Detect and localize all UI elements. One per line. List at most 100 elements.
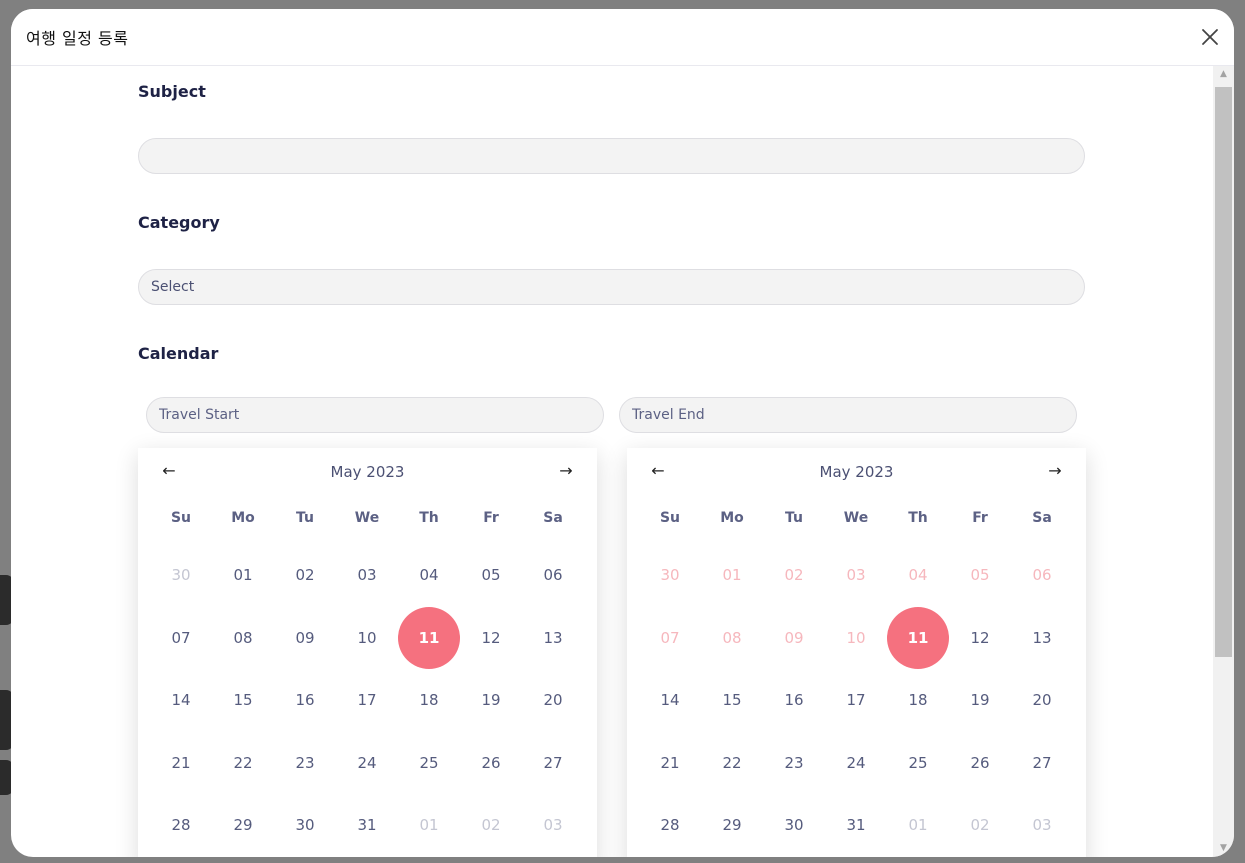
modal-body: Subject Category Select Calendar ←May 20…: [11, 66, 1213, 857]
travel-end-input[interactable]: [619, 397, 1077, 433]
weekday-label: Su: [659, 510, 681, 526]
next-month-arrow-icon[interactable]: →: [556, 461, 576, 480]
scroll-down-arrow-icon[interactable]: ▼: [1213, 840, 1234, 857]
month-title: May 2023: [330, 463, 405, 481]
calendar-day[interactable]: 16: [763, 669, 825, 731]
weekday-label: Sa: [1032, 510, 1052, 526]
calendar-day[interactable]: 22: [701, 732, 763, 794]
calendar-day[interactable]: 23: [274, 732, 336, 794]
calendar-day[interactable]: 30: [274, 794, 336, 856]
calendar-header: ← May 2023 →: [627, 448, 1086, 496]
calendar-day[interactable]: 22: [212, 732, 274, 794]
calendar-day[interactable]: 28: [639, 794, 701, 856]
calendar-day[interactable]: 12: [460, 607, 522, 669]
calendar-day[interactable]: 30: [763, 794, 825, 856]
calendar-day[interactable]: 03: [1011, 794, 1073, 856]
weekday-label: Th: [419, 510, 439, 526]
calendar-day[interactable]: 21: [639, 732, 701, 794]
calendar-day-selected[interactable]: 11: [887, 606, 949, 669]
calendar-day[interactable]: 29: [212, 794, 274, 856]
calendar-day[interactable]: 13: [522, 607, 584, 669]
subject-label: Subject: [138, 82, 206, 101]
calendar-day[interactable]: 14: [639, 669, 701, 731]
month-title: May 2023: [819, 463, 894, 481]
calendar-day[interactable]: 15: [701, 669, 763, 731]
calendar-day[interactable]: 17: [825, 669, 887, 731]
calendar-day: 07: [660, 628, 680, 647]
calendar-week-row: 21 22 23 24 25 26 27: [639, 732, 1074, 794]
calendar-day: 05: [970, 566, 990, 584]
calendar-day[interactable]: 02: [274, 544, 336, 606]
calendar-day[interactable]: 15: [212, 669, 274, 731]
calendar-day[interactable]: 31: [336, 794, 398, 856]
calendar-day[interactable]: 13: [1011, 607, 1073, 669]
calendar-day[interactable]: 26: [949, 732, 1011, 794]
vertical-scrollbar[interactable]: ▲ ▼: [1213, 66, 1234, 857]
category-select[interactable]: Select: [138, 269, 1085, 305]
weekday-label: Fr: [483, 510, 499, 526]
calendar-day[interactable]: 21: [150, 732, 212, 794]
weekday-label: Th: [908, 510, 928, 526]
calendar-day[interactable]: 03: [522, 794, 584, 856]
weekday-label: Tu: [785, 510, 803, 526]
calendar-day[interactable]: 27: [1011, 732, 1073, 794]
calendar-day[interactable]: 25: [398, 732, 460, 794]
calendar-day[interactable]: 12: [949, 607, 1011, 669]
calendar-day[interactable]: 03: [336, 544, 398, 606]
calendar-day[interactable]: 08: [212, 607, 274, 669]
calendar-day[interactable]: 06: [522, 544, 584, 606]
calendar-day[interactable]: 18: [887, 669, 949, 731]
scroll-up-arrow-icon[interactable]: ▲: [1213, 66, 1234, 83]
travel-start-input[interactable]: [146, 397, 604, 433]
weekday-label: We: [354, 510, 380, 526]
calendar-day[interactable]: 20: [1011, 669, 1073, 731]
calendar-day[interactable]: 29: [701, 794, 763, 856]
calendar-day[interactable]: 31: [825, 794, 887, 856]
start-date-calendar: ← May 2023 → Su Mo Tu We Th Fr Sa 30 01 02 03 04 05 06 07…: [138, 448, 597, 857]
calendar-day[interactable]: 25: [887, 732, 949, 794]
calendar-day: 01: [722, 566, 742, 584]
close-button[interactable]: [1198, 25, 1222, 49]
calendar-day: 03: [846, 566, 866, 584]
calendar-day: 10: [846, 628, 866, 647]
calendar-day[interactable]: 04: [398, 544, 460, 606]
calendar-day[interactable]: 01: [887, 794, 949, 856]
subject-input[interactable]: [138, 138, 1085, 174]
next-month-arrow-icon[interactable]: →: [1045, 461, 1065, 480]
calendar-day[interactable]: 26: [460, 732, 522, 794]
calendar-week-row: 07 08 09 10 11 12 13: [639, 606, 1074, 669]
calendar-day[interactable]: 17: [336, 669, 398, 731]
calendar-day[interactable]: 24: [336, 732, 398, 794]
weekday-header-row: Su Mo Tu We Th Fr Sa: [639, 510, 1074, 526]
calendar-day[interactable]: 19: [949, 669, 1011, 731]
calendar-day[interactable]: 23: [763, 732, 825, 794]
calendar-day[interactable]: 24: [825, 732, 887, 794]
scroll-thumb[interactable]: [1215, 87, 1232, 657]
calendar-day-selected[interactable]: 11: [398, 606, 460, 669]
calendar-day[interactable]: 16: [274, 669, 336, 731]
weekday-label: Tu: [296, 510, 314, 526]
calendar-week-row: 28 29 30 31 01 02 03: [639, 794, 1074, 856]
calendar-day[interactable]: 05: [460, 544, 522, 606]
calendar-day[interactable]: 18: [398, 669, 460, 731]
calendar-day[interactable]: 28: [150, 794, 212, 856]
calendar-day[interactable]: 19: [460, 669, 522, 731]
calendar-day[interactable]: 20: [522, 669, 584, 731]
calendar-week-row: 14 15 16 17 18 19 20: [639, 669, 1074, 731]
calendar-day[interactable]: 10: [336, 607, 398, 669]
calendar-day[interactable]: 01: [398, 794, 460, 856]
calendar-day[interactable]: 27: [522, 732, 584, 794]
calendar-day: 08: [722, 628, 742, 647]
calendar-day[interactable]: 02: [460, 794, 522, 856]
calendar-day[interactable]: 14: [150, 669, 212, 731]
calendar-day[interactable]: 07: [150, 607, 212, 669]
calendar-day: 02: [784, 566, 804, 584]
calendar-day: 04: [908, 566, 928, 584]
calendar-day[interactable]: 30: [150, 544, 212, 606]
calendar-week-row: 30 01 02 03 04 05 06: [150, 544, 585, 606]
calendar-day[interactable]: 02: [949, 794, 1011, 856]
calendar-day[interactable]: 01: [212, 544, 274, 606]
calendar-day[interactable]: 09: [274, 607, 336, 669]
weekday-label: Su: [170, 510, 192, 526]
calendar-week-row: 28 29 30 31 01 02 03: [150, 794, 585, 856]
